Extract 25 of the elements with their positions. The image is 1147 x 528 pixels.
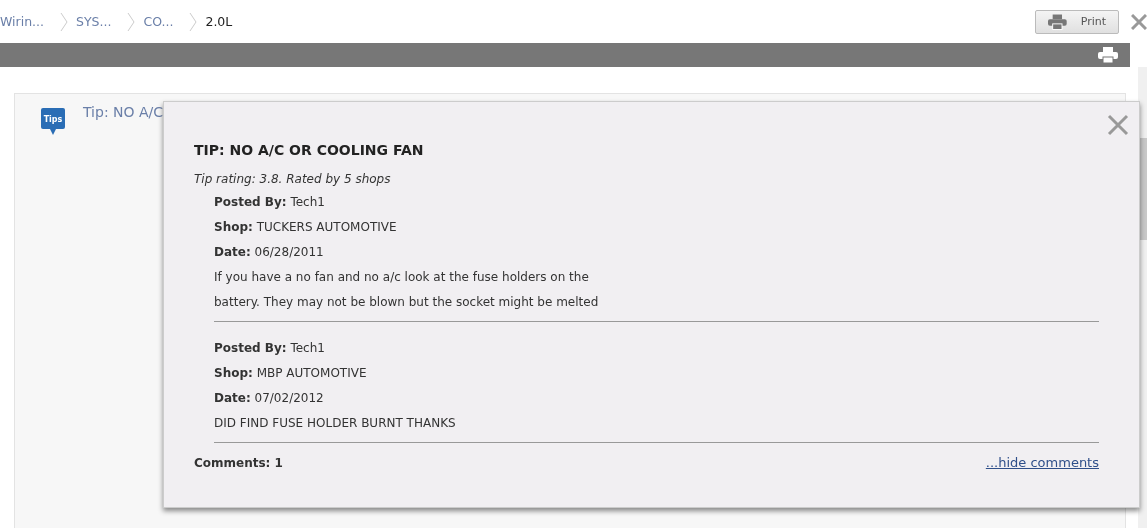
date-text: Date: 06/28/2011 (214, 244, 325, 261)
shop-text: Shop: MBP AUTOMOTIVE (214, 365, 368, 382)
print-button[interactable]: Print (1035, 9, 1119, 34)
printer-icon (1048, 13, 1067, 30)
chevron-icon (189, 11, 198, 32)
comments-count: Comments: 1 (194, 455, 283, 470)
chevron-icon (127, 11, 136, 32)
hide-comments-link[interactable]: ...hide comments (985, 455, 1099, 470)
breadcrumb-link[interactable]: CO... (143, 14, 174, 29)
posted-by-text: Posted By: Tech1 (214, 340, 326, 357)
breadcrumb-link[interactable]: 2.0L (205, 14, 233, 29)
shop-text: Shop: TUCKERS AUTOMOTIVE (214, 219, 398, 236)
date-text: Date: 07/02/2012 (214, 390, 325, 407)
breadcrumb-link[interactable]: SYS... (76, 14, 112, 29)
breadcrumb-link[interactable]: Wirin... (0, 14, 44, 29)
close-icon[interactable] (1107, 114, 1129, 136)
tip-link[interactable]: Tip: NO A/C (83, 104, 164, 522)
posted-by-text: Posted By: Tech1 (214, 194, 326, 211)
comment-text: DID FIND FUSE HOLDER BURNT THANKS (214, 415, 457, 432)
close-icon[interactable] (1131, 13, 1147, 30)
printer-icon (1098, 47, 1118, 63)
chevron-icon (60, 11, 68, 32)
comment-text: If you have a no fan and no a/c look at the fuse holders on the battery. They may not be blown but the socket might be melted (214, 269, 600, 311)
tip-rating: Tip rating: 3.8. Rated by 5 shops (194, 172, 392, 186)
tip-title: TIP: NO A/C OR COOLING FAN (194, 142, 425, 158)
